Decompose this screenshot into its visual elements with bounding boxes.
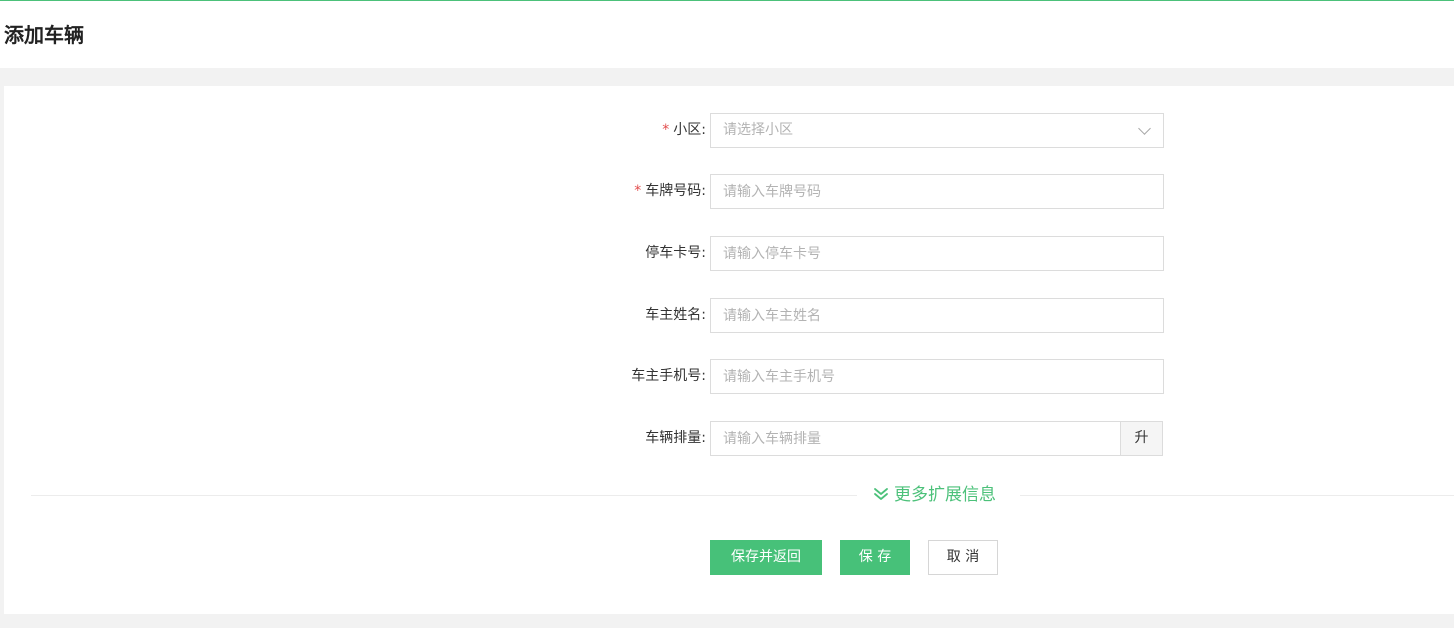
form-row-community: * 小区: 请选择小区 bbox=[4, 113, 1454, 148]
page-header: 添加车辆 bbox=[0, 1, 1454, 68]
chevron-down-icon bbox=[1138, 122, 1151, 135]
displacement-unit-addon: 升 bbox=[1120, 422, 1162, 455]
divider-left bbox=[31, 495, 857, 496]
required-mark: * bbox=[634, 183, 642, 199]
plate-number-label: * 车牌号码: bbox=[634, 174, 706, 209]
owner-name-field bbox=[710, 298, 1164, 333]
form-row-owner-name: 车主姓名: bbox=[4, 298, 1454, 333]
owner-phone-field bbox=[710, 359, 1164, 394]
parking-card-input[interactable] bbox=[711, 237, 1163, 270]
plate-number-field bbox=[710, 174, 1164, 209]
owner-name-input[interactable] bbox=[711, 299, 1163, 332]
community-select[interactable]: 请选择小区 bbox=[710, 113, 1164, 148]
save-and-return-button[interactable]: 保存并返回 bbox=[710, 540, 822, 575]
parking-card-label: 停车卡号: bbox=[645, 245, 706, 261]
double-chevron-down-icon bbox=[873, 486, 889, 502]
owner-phone-label: 车主手机号: bbox=[631, 368, 706, 384]
community-select-placeholder: 请选择小区 bbox=[723, 122, 793, 138]
owner-phone-input[interactable] bbox=[711, 360, 1163, 393]
displacement-label: 车辆排量: bbox=[645, 430, 706, 446]
form-row-plate-number: * 车牌号码: bbox=[4, 174, 1454, 209]
more-info-label: 更多扩展信息 bbox=[894, 485, 996, 505]
save-button[interactable]: 保 存 bbox=[840, 540, 910, 575]
more-info-toggle[interactable]: 更多扩展信息 bbox=[873, 484, 996, 506]
form-row-parking-card: 停车卡号: bbox=[4, 236, 1454, 271]
displacement-input[interactable] bbox=[711, 422, 1122, 455]
displacement-field: 升 bbox=[710, 421, 1163, 456]
plate-number-label-text: 车牌号码: bbox=[645, 183, 706, 199]
form-row-displacement: 车辆排量: 升 bbox=[4, 421, 1454, 456]
divider-right bbox=[1020, 495, 1454, 496]
required-mark: * bbox=[662, 122, 670, 138]
page-title: 添加车辆 bbox=[4, 23, 84, 47]
community-label-text: 小区: bbox=[673, 122, 706, 138]
owner-name-label: 车主姓名: bbox=[645, 307, 706, 323]
form-card: *小区: 请选择小区 *车牌号码: 停车卡号: 车主姓名: 车主手机号: bbox=[4, 86, 1454, 614]
plate-number-input[interactable] bbox=[711, 175, 1163, 208]
community-label: * 小区: bbox=[662, 113, 706, 148]
form-row-owner-phone: 车主手机号: bbox=[4, 359, 1454, 394]
parking-card-field bbox=[710, 236, 1164, 271]
cancel-button[interactable]: 取 消 bbox=[928, 540, 998, 575]
